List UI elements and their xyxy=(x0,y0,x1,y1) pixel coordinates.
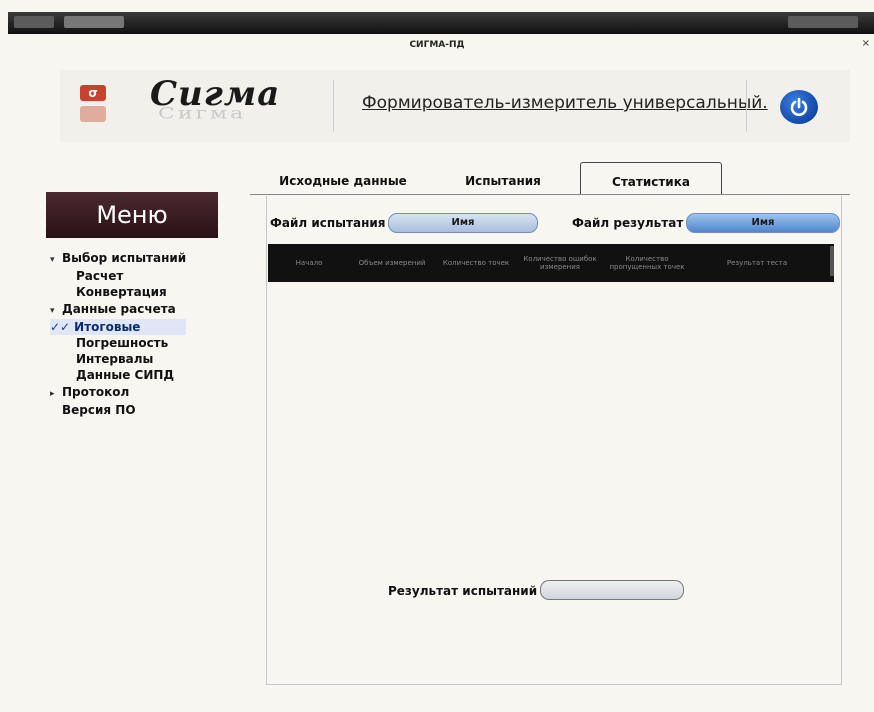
tab-source-data[interactable]: Исходные данные xyxy=(268,162,418,194)
menu-item-label: Данные расчета xyxy=(62,301,176,316)
test-result-field[interactable] xyxy=(540,580,684,600)
close-icon[interactable]: × xyxy=(862,38,870,49)
file-result-label: Файл результат xyxy=(572,216,684,230)
header-divider xyxy=(746,80,747,132)
menu-item-label: Версия ПО xyxy=(62,402,136,417)
logo-sigma-icon: σ xyxy=(80,85,106,101)
menu-title: Меню xyxy=(46,192,218,238)
menu-item-label: Интервалы xyxy=(76,352,154,367)
menu-item-software-version[interactable]: Версия ПО xyxy=(50,402,186,418)
menu-item-label: Итоговые xyxy=(74,319,141,334)
expand-arrow-icon: ▾ xyxy=(50,305,55,316)
file-result-field[interactable]: Имя xyxy=(686,213,840,233)
menu-item-calc-data[interactable]: ▾ Данные расчета xyxy=(50,301,186,319)
menu-item-totals[interactable]: ✓✓ Итоговые xyxy=(50,318,187,336)
window-title: СИГМА-ПД xyxy=(409,40,465,50)
power-button[interactable] xyxy=(780,90,818,124)
statistics-table-header: Начало Объем измерений Количество точек … xyxy=(268,244,834,282)
tab-tests[interactable]: Испытания xyxy=(448,162,558,194)
menu-item-calculation[interactable]: Расчет xyxy=(50,268,186,284)
menu-item-error[interactable]: Погрешность xyxy=(50,335,186,351)
system-titlebar xyxy=(8,12,874,34)
power-icon xyxy=(790,97,808,116)
column-header: Результат теста xyxy=(726,259,788,267)
tab-statistics[interactable]: Статистика xyxy=(580,162,722,195)
header-divider xyxy=(333,80,334,132)
test-result-label: Результат испытаний xyxy=(388,584,538,598)
app-subtitle: Формирователь-измеритель универсальный. xyxy=(362,93,768,113)
table-scrollbar[interactable] xyxy=(830,246,834,276)
expand-arrow-icon: ▾ xyxy=(50,255,55,265)
menu-item-label: Конвертация xyxy=(76,285,167,300)
menu-item-label: Протокол xyxy=(62,384,130,399)
brand-logo-reflection: Сигма xyxy=(158,105,247,123)
collapse-arrow-icon: ▸ xyxy=(50,388,55,399)
menu-tree: ▾ Выбор испытаний Расчет Конвертация ▾ Дан… xyxy=(50,250,187,418)
column-header: Количество точек xyxy=(442,259,510,267)
column-header: Начало xyxy=(295,259,323,267)
menu-item-test-selection[interactable]: ▾ Выбор испытаний xyxy=(50,250,186,268)
menu-item-sipd-data[interactable]: Данные СИПД xyxy=(50,367,186,383)
menu-item-label: Расчет xyxy=(76,269,124,284)
logo-reflection-icon xyxy=(80,106,106,122)
column-header: Количество пропущенных точек xyxy=(609,255,685,271)
titlebar-decoration xyxy=(788,16,858,28)
tab-underline xyxy=(250,194,850,195)
check-icon: ✓✓ xyxy=(50,319,71,334)
menu-item-intervals[interactable]: Интервалы xyxy=(50,351,186,367)
menu-item-label: Погрешность xyxy=(76,336,169,351)
file-test-field[interactable]: Имя xyxy=(388,213,538,233)
file-test-label: Файл испытания xyxy=(270,216,386,230)
menu-item-conversion[interactable]: Конвертация xyxy=(50,284,186,300)
menu-item-label: Выбор испытаний xyxy=(62,251,187,265)
titlebar-decoration xyxy=(14,16,54,28)
menu-item-protocol[interactable]: ▸ Протокол xyxy=(50,384,186,402)
titlebar-decoration xyxy=(64,16,124,28)
menu-item-label: Данные СИПД xyxy=(76,368,175,383)
column-header: Объем измерений xyxy=(358,259,426,267)
column-header: Количество ошибок измерения xyxy=(523,255,597,271)
